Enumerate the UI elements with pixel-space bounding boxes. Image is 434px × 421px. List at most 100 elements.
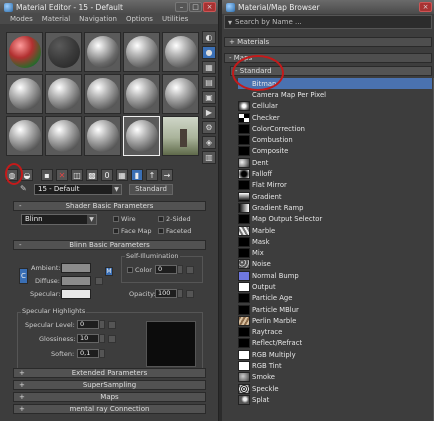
opacity-field[interactable]: 100 <box>155 289 177 298</box>
make-preview-icon[interactable]: ▶ <box>202 106 216 119</box>
chevron-down-icon[interactable]: ▼ <box>112 184 121 194</box>
map-item-particle-age[interactable]: Particle Age <box>238 292 432 304</box>
map-item-output[interactable]: Output <box>238 281 432 293</box>
map-item-cellular[interactable]: Cellular <box>238 100 432 112</box>
map-item-mix[interactable]: Mix <box>238 247 432 259</box>
map-item-splat[interactable]: Splat <box>238 394 432 406</box>
self-illum-map-button[interactable] <box>186 266 194 274</box>
sample-slot-active[interactable] <box>123 116 160 156</box>
menu-options[interactable]: Options <box>126 15 153 23</box>
map-item-composite[interactable]: Composite <box>238 145 432 158</box>
self-illum-color-checkbox[interactable]: Color <box>127 266 152 274</box>
sample-type-icon[interactable]: ◐ <box>202 31 216 44</box>
sample-slot[interactable] <box>123 32 160 72</box>
opacity-map-button[interactable] <box>186 290 194 298</box>
chevron-down-icon[interactable]: ▼ <box>87 215 96 224</box>
map-item-speckle[interactable]: Speckle <box>238 383 432 395</box>
map-item-camera-map-per-pixel[interactable]: Camera Map Per Pixel <box>238 89 432 101</box>
maps-header[interactable]: + Maps <box>13 392 206 402</box>
sample-slot[interactable] <box>84 32 121 72</box>
lock-diffuse-specular-button[interactable]: M <box>105 267 113 276</box>
specular-level-spinner[interactable] <box>99 320 105 329</box>
specular-level-field[interactable]: 0 <box>77 320 99 329</box>
soften-field[interactable]: 0,1 <box>77 349 99 358</box>
go-to-parent-icon[interactable]: ↑ <box>146 169 158 181</box>
faceted-checkbox[interactable]: Faceted <box>158 227 191 235</box>
sample-slot[interactable] <box>162 74 199 114</box>
sample-slot[interactable] <box>45 116 82 156</box>
sample-slot[interactable] <box>123 74 160 114</box>
sample-slot[interactable] <box>6 116 43 156</box>
diffuse-color-swatch[interactable] <box>61 276 91 286</box>
backlight-icon[interactable]: ● <box>202 46 216 59</box>
glossiness-field[interactable]: 10 <box>77 334 99 343</box>
browser-close-button[interactable]: × <box>419 2 432 12</box>
map-item-colorcorrection[interactable]: ColorCorrection <box>238 123 432 135</box>
sample-slot[interactable] <box>6 32 43 72</box>
specular-level-map-button[interactable] <box>108 321 116 329</box>
map-item-combustion[interactable]: Combustion <box>238 134 432 146</box>
show-map-in-viewport-icon[interactable]: ▦ <box>116 169 128 181</box>
background-icon[interactable]: ▦ <box>202 61 216 74</box>
reset-map-icon[interactable]: ✕ <box>56 169 68 181</box>
menu-navigation[interactable]: Navigation <box>79 15 117 23</box>
map-item-reflect-refract[interactable]: Reflect/Refract <box>238 337 432 350</box>
close-button[interactable]: × <box>203 2 216 12</box>
browser-titlebar[interactable]: Material/Map Browser × <box>222 0 434 14</box>
blinn-basic-parameters-header[interactable]: - Blinn Basic Parameters <box>13 240 206 250</box>
map-item-rgb-multiply[interactable]: RGB Multiply <box>238 349 432 361</box>
sample-slot[interactable] <box>45 74 82 114</box>
two-sided-checkbox[interactable]: 2-Sided <box>158 215 191 223</box>
opacity-spinner[interactable] <box>177 289 183 298</box>
sample-slot[interactable] <box>162 32 199 72</box>
sample-slot[interactable] <box>84 116 121 156</box>
make-unique-icon[interactable]: ◫ <box>71 169 83 181</box>
supersampling-header[interactable]: + SuperSampling <box>13 380 206 390</box>
map-item-gradient[interactable]: Gradient <box>238 190 432 203</box>
material-name-field[interactable]: 15 - Default ▼ <box>34 183 122 195</box>
soften-spinner[interactable] <box>99 349 105 358</box>
sample-slot[interactable] <box>6 74 43 114</box>
diffuse-map-button[interactable] <box>95 277 103 285</box>
map-item-noise[interactable]: Noise <box>238 258 432 271</box>
ambient-color-swatch[interactable] <box>61 263 91 273</box>
assign-to-selection-icon[interactable]: ▪ <box>41 169 53 181</box>
menu-modes[interactable]: Modes <box>10 15 33 23</box>
material-editor-titlebar[interactable]: Material Editor - 15 - Default – □ × <box>0 0 218 14</box>
lock-ambient-diffuse-button[interactable]: C <box>19 268 28 284</box>
map-item-map-output-selector[interactable]: Map Output Selector <box>238 213 432 225</box>
self-illum-spinner[interactable] <box>177 265 183 274</box>
maximize-button[interactable]: □ <box>189 2 202 12</box>
wire-checkbox[interactable]: Wire <box>113 215 136 223</box>
face-map-checkbox[interactable]: Face Map <box>113 227 151 235</box>
material-id-channel-icon[interactable]: 0 <box>101 169 113 181</box>
menu-utilities[interactable]: Utilities <box>162 15 188 23</box>
self-illum-value-field[interactable]: 0 <box>155 265 177 274</box>
show-end-result-icon[interactable]: ▮ <box>131 169 143 181</box>
mental-ray-connection-header[interactable]: + mental ray Connection <box>13 404 206 414</box>
sample-slot-bitmap[interactable] <box>162 116 199 156</box>
map-item-rgb-tint[interactable]: RGB Tint <box>238 360 432 372</box>
map-item-dent[interactable]: Dent <box>238 157 432 169</box>
map-item-particle-mblur[interactable]: Particle MBlur <box>238 303 432 316</box>
options-icon[interactable]: ⚙ <box>202 121 216 134</box>
chevron-down-icon[interactable]: ▾ <box>228 18 232 27</box>
map-item-marble[interactable]: Marble <box>238 224 432 237</box>
extended-parameters-header[interactable]: + Extended Parameters <box>13 368 206 378</box>
map-item-flat-mirror[interactable]: Flat Mirror <box>238 179 432 191</box>
shader-type-dropdown[interactable]: Blinn ▼ <box>21 214 97 225</box>
shader-basic-parameters-header[interactable]: - Shader Basic Parameters <box>13 201 206 211</box>
sample-slot[interactable] <box>45 32 82 72</box>
glossiness-map-button[interactable] <box>108 335 116 343</box>
put-to-library-icon[interactable]: ▩ <box>86 169 98 181</box>
uv-tiling-icon[interactable]: ▤ <box>202 76 216 89</box>
browser-search-field[interactable]: ▾ Search by Name ... <box>224 15 432 29</box>
glossiness-spinner[interactable] <box>99 334 105 343</box>
map-item-normal-bump[interactable]: Normal Bump <box>238 270 432 282</box>
map-item-falloff[interactable]: Falloff <box>238 168 432 180</box>
specular-color-swatch[interactable] <box>61 289 91 299</box>
material-explorer-icon[interactable]: ▥ <box>202 151 216 164</box>
materials-group-header[interactable]: + Materials <box>224 37 432 47</box>
map-item-mask[interactable]: Mask <box>238 236 432 248</box>
map-item-smoke[interactable]: Smoke <box>238 371 432 384</box>
